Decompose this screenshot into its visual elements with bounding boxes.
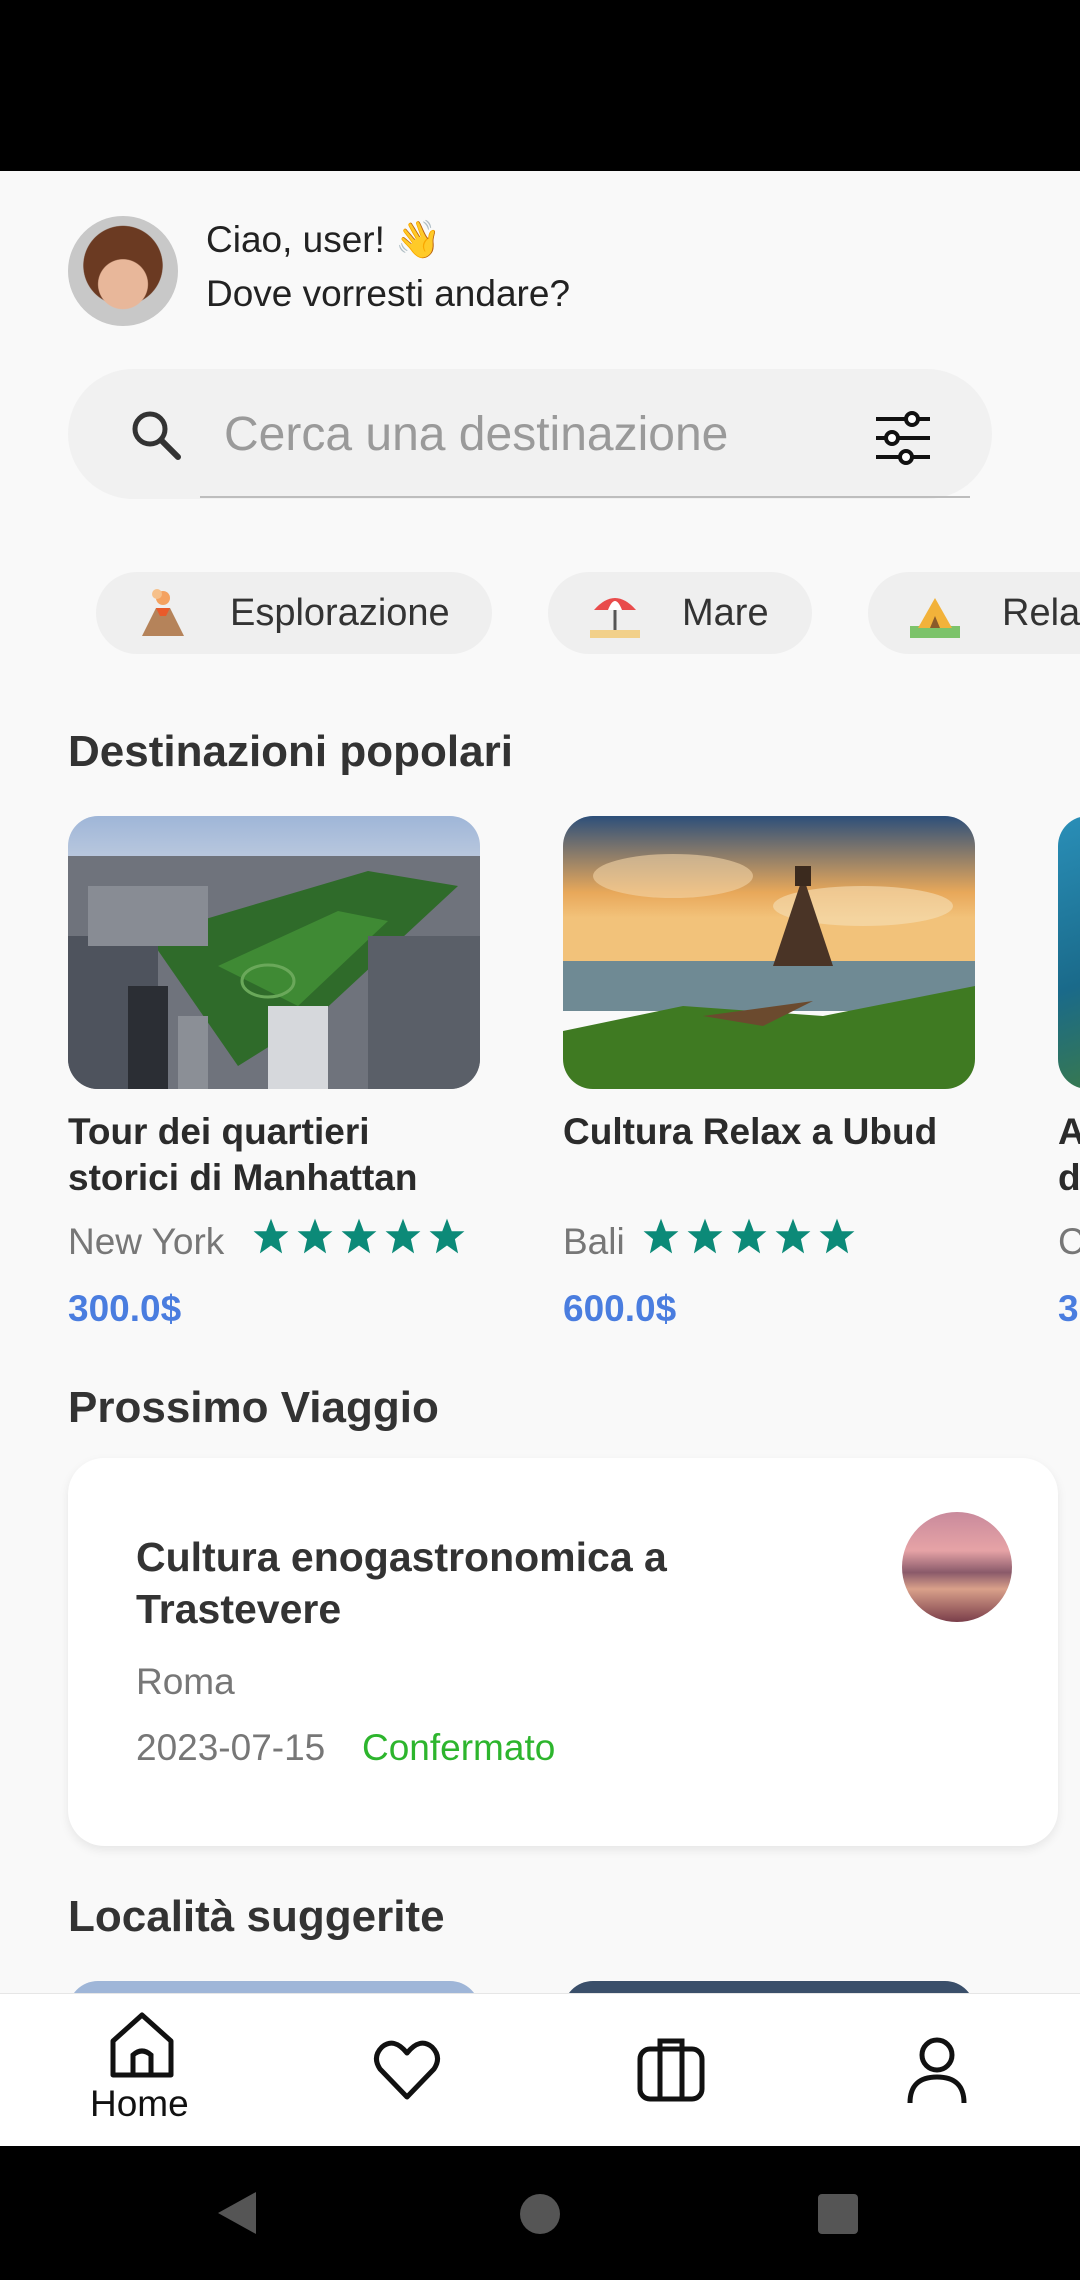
chip-relax[interactable]: Relax [868, 572, 1080, 654]
greeting-text: Ciao, user! 👋 [206, 219, 442, 260]
home-icon[interactable] [105, 2007, 179, 2081]
destination-location: New York [68, 1221, 225, 1262]
star-icon [775, 1218, 811, 1254]
star-icon [819, 1218, 855, 1254]
destination-title: A d [1058, 1111, 1080, 1198]
chip-label: Mare [682, 591, 769, 634]
next-trip-card[interactable] [68, 1458, 1058, 1846]
app-screen: Ciao, user! 👋 Dove vorresti andare? Espl… [0, 171, 1080, 2146]
star-icon [341, 1218, 377, 1254]
rating-stars [642, 1217, 856, 1257]
trip-thumbnail [902, 1512, 1012, 1622]
volcano-icon [142, 589, 184, 636]
chip-label: Relax [1002, 591, 1080, 634]
phone-top-bezel [0, 0, 1080, 171]
suggested-title: Località suggerite [68, 1892, 445, 1941]
star-icon [253, 1218, 289, 1254]
star-icon [297, 1218, 333, 1254]
chip-esplorazione[interactable]: Esplorazione [96, 572, 492, 654]
home-label[interactable]: Home [90, 2083, 189, 2125]
chip-mare[interactable]: Mare [548, 572, 812, 654]
greeting-question: Dove vorresti andare? [206, 273, 571, 314]
destination-title: Tour dei quartieri storici di Manhattan [68, 1111, 418, 1198]
trip-location: Roma [136, 1661, 235, 1702]
destination-price: 300.0$ [68, 1288, 182, 1329]
destination-image-manhattan[interactable] [68, 816, 480, 1089]
search-input[interactable] [222, 401, 786, 467]
home-system-icon[interactable] [520, 2194, 560, 2234]
luggage-icon[interactable] [634, 2033, 708, 2107]
destination-image-ubud[interactable] [563, 816, 975, 1089]
destination-price: 600.0$ [563, 1288, 677, 1329]
heart-icon[interactable] [370, 2033, 444, 2107]
chip-label: Esplorazione [230, 591, 450, 634]
recents-icon[interactable] [818, 2194, 858, 2234]
beach-umbrella-icon [590, 598, 640, 638]
popular-title: Destinazioni popolari [68, 727, 513, 776]
filter-sliders-icon[interactable] [870, 405, 936, 471]
star-icon [429, 1218, 465, 1254]
destination-location: Bali [563, 1221, 625, 1262]
star-icon [687, 1218, 723, 1254]
destination-image-partial[interactable] [1058, 816, 1080, 1089]
profile-icon[interactable] [900, 2033, 974, 2107]
trip-date: 2023-07-15 [136, 1727, 326, 1768]
trip-status-badge: Confermato [362, 1727, 556, 1768]
back-icon[interactable] [218, 2192, 256, 2234]
search-underline [200, 496, 970, 498]
destination-price: 3 [1058, 1288, 1079, 1329]
rating-stars [252, 1217, 466, 1257]
star-icon [643, 1218, 679, 1254]
search-icon[interactable] [128, 407, 184, 463]
avatar[interactable] [68, 216, 178, 326]
next-trip-title: Prossimo Viaggio [68, 1383, 439, 1432]
camping-icon [910, 598, 960, 638]
star-icon [731, 1218, 767, 1254]
destination-title: Cultura Relax a Ubud [563, 1111, 938, 1152]
destination-location: C [1058, 1221, 1080, 1262]
trip-name: Cultura enogastronomica a Trastevere [136, 1534, 667, 1632]
star-icon [385, 1218, 421, 1254]
